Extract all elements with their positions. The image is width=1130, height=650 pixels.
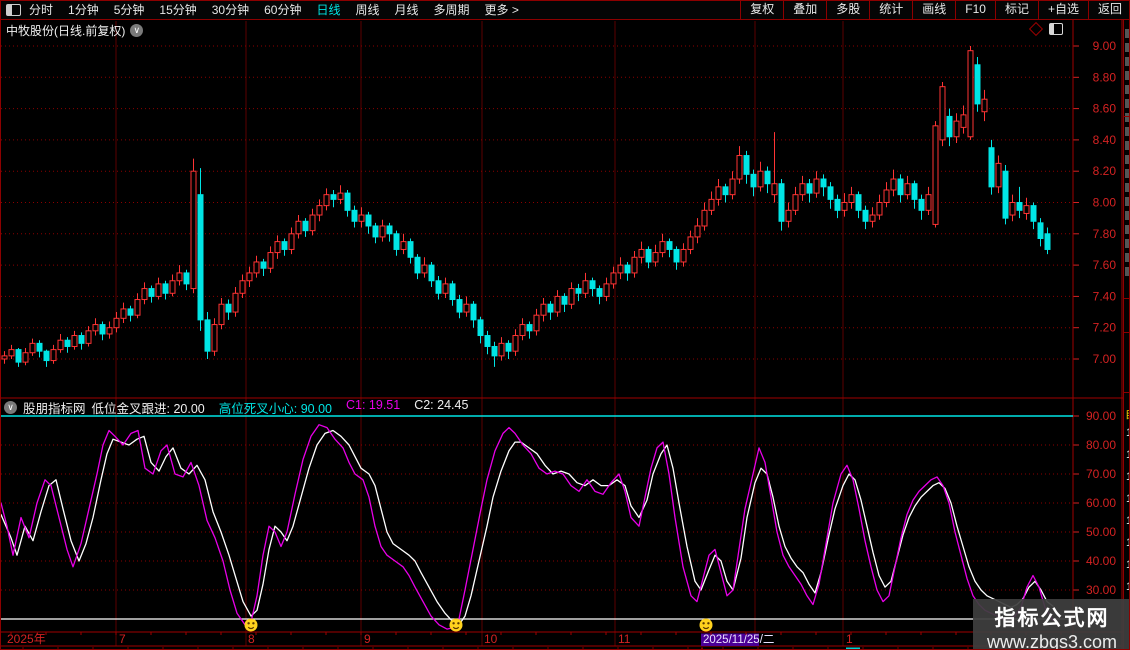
svg-text:7.20: 7.20 [1093,321,1117,335]
sidebar-clipped-numbers: 11111111 [1126,422,1130,598]
svg-text:8.60: 8.60 [1093,102,1117,116]
svg-text:9.00: 9.00 [1093,39,1117,53]
indicator-source-label: 股朋指标网 [23,398,86,417]
candlestick-and-indicator-chart[interactable]: 9.00 8.80 8.60 8.40 8.20 8.00 7.80 7.60 7.40 7.20… [1,1,1130,650]
svg-text:8.00: 8.00 [1093,196,1117,210]
watermark-url: www.zbgs3.com [973,632,1130,650]
svg-text:7: 7 [119,632,126,646]
svg-text:50.00: 50.00 [1086,525,1116,539]
clipped-right-sidebar[interactable]: 自 11111111 [1123,20,1130,650]
svg-text:8.40: 8.40 [1093,133,1117,147]
svg-text:7.60: 7.60 [1093,258,1117,272]
svg-text:7.40: 7.40 [1093,289,1117,303]
sidebar-zixuan-label: 自 [1125,406,1130,422]
diamond-icon[interactable] [1029,22,1043,36]
svg-text:60.00: 60.00 [1086,496,1116,510]
svg-text:2025年: 2025年 [7,632,46,646]
svg-text:8.80: 8.80 [1093,70,1117,84]
svg-text:7.80: 7.80 [1093,227,1117,241]
svg-text:30.00: 30.00 [1086,583,1116,597]
svg-text:70.00: 70.00 [1086,467,1116,481]
svg-text:9: 9 [364,632,371,646]
indicator-param-0: 低位金叉跟进: 20.00 [92,398,205,417]
svg-text:8.20: 8.20 [1093,164,1117,178]
tdx-stock-app: 分时1分钟5分钟15分钟30分钟60分钟日线周线月线多周期更多 > 复权叠加多股… [0,0,1130,650]
chevron-down-icon[interactable]: ∨ [130,24,143,37]
svg-text:2025/11/25/二: 2025/11/25/二 [703,634,774,646]
indicator-param-1: 高位死叉小心: 90.00 [219,398,332,417]
svg-text:40.00: 40.00 [1086,554,1116,568]
site-watermark: 指标公式网 www.zbgs3.com [973,599,1130,650]
buy-signal-smiley-icon [700,619,713,632]
buy-signal-smiley-icon [450,619,463,632]
indicator-lines-layer [1,425,1053,629]
svg-text:7.00: 7.00 [1093,352,1117,366]
svg-text:11: 11 [618,632,631,646]
indicator-params: 低位金叉跟进: 20.00 高位死叉小心: 90.00 C1: 19.51 C2: 2… [92,398,469,417]
clipped-sidebar-glyphs [1125,24,1130,281]
svg-text:10: 10 [484,632,498,646]
chart-corner-icons [1031,23,1063,35]
svg-text:1: 1 [846,632,853,646]
indicator-collapse-icon[interactable]: ∨ [4,401,17,414]
indicator-param-3: C2: 24.45 [414,398,468,417]
indicator-header: ∨ 股朋指标网 低位金叉跟进: 20.00 高位死叉小心: 90.00 C1: 19… [1,400,1074,414]
candles-layer [2,46,1050,367]
stock-title: 中牧股份(日线.前复权) [6,22,125,39]
split-pane-icon[interactable] [1049,23,1063,35]
stock-title-row[interactable]: 中牧股份(日线.前复权) ∨ [6,22,143,39]
buy-signal-smiley-icon [245,619,258,632]
watermark-title: 指标公式网 [973,602,1130,632]
indicator-param-2: C1: 19.51 [346,398,400,417]
svg-text:90.00: 90.00 [1086,409,1116,423]
svg-text:80.00: 80.00 [1086,438,1116,452]
svg-text:8: 8 [248,632,255,646]
